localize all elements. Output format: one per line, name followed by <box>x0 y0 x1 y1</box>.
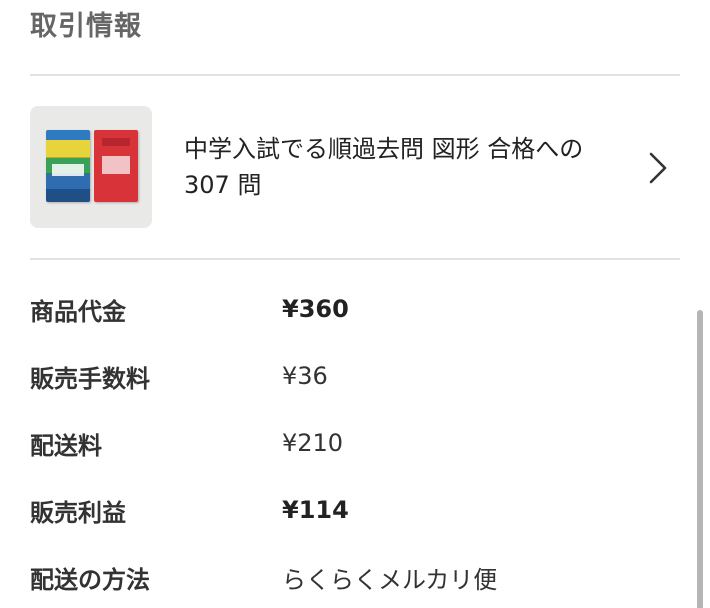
detail-row-shipping-fee: 配送料 ¥210 <box>30 423 680 463</box>
detail-row-profit: 販売利益 ¥114 <box>30 490 680 530</box>
divider-middle <box>30 258 680 260</box>
transaction-info-page: 取引情報 中学入試でる順過去問 図形 合格への 307 問 商品代金 ¥360 … <box>0 0 710 608</box>
detail-label: 販売手数料 <box>30 364 150 393</box>
detail-value: ¥114 <box>282 496 349 524</box>
item-link-row[interactable]: 中学入試でる順過去問 図形 合格への 307 問 <box>30 104 680 230</box>
scrollbar[interactable] <box>697 310 703 608</box>
detail-value: ¥210 <box>282 429 344 457</box>
detail-row-shipping-method: 配送の方法 らくらくメルカリ便 <box>30 557 680 597</box>
detail-label: 商品代金 <box>30 297 126 326</box>
detail-value: ¥36 <box>282 362 328 390</box>
detail-row-price: 商品代金 ¥360 <box>30 289 680 329</box>
chevron-right-icon[interactable] <box>648 152 668 184</box>
section-title: 取引情報 <box>30 11 142 42</box>
item-thumbnail <box>30 106 152 228</box>
detail-value: らくらくメルカリ便 <box>282 565 498 594</box>
detail-row-fee: 販売手数料 ¥36 <box>30 356 680 396</box>
divider-top <box>30 74 680 76</box>
book-cover-right <box>94 130 138 202</box>
detail-label: 販売利益 <box>30 498 126 527</box>
book-cover-left <box>46 130 90 202</box>
detail-label: 配送料 <box>30 431 102 460</box>
detail-label: 配送の方法 <box>30 565 150 594</box>
detail-value: ¥360 <box>282 295 349 323</box>
item-title: 中学入試でる順過去問 図形 合格への 307 問 <box>184 135 584 199</box>
